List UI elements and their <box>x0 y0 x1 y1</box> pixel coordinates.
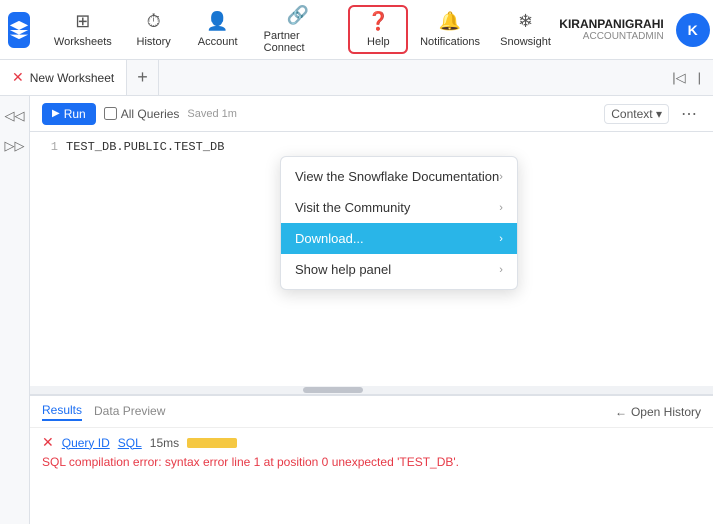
horizontal-scrollbar[interactable] <box>30 386 713 394</box>
sidebar-collapse-btn[interactable]: ◁◁ <box>3 104 27 128</box>
worksheet-tab-label: New Worksheet <box>30 71 114 85</box>
dropdown-item-docs[interactable]: View the Snowflake Documentation › <box>281 161 517 192</box>
context-chevron-icon: ▾ <box>656 107 662 121</box>
download-arrow-icon: › <box>499 233 503 245</box>
open-history-arrow-icon: ← <box>615 405 627 419</box>
user-avatar[interactable]: K <box>676 13 710 47</box>
bottom-panel: Results Data Preview ← Open History ✕ Qu… <box>30 394 713 524</box>
dropdown-help-panel-label: Show help panel <box>295 262 391 277</box>
worksheet-add-button[interactable]: + <box>127 60 159 95</box>
account-icon: 👤 <box>206 11 228 32</box>
nav-history-label: History <box>137 36 171 48</box>
query-bar <box>187 438 237 448</box>
line-number-1: 1 <box>42 140 58 154</box>
worksheet-close-icon[interactable]: ✕ <box>12 69 24 86</box>
toolbar-more-button[interactable]: ⋯ <box>677 102 701 126</box>
main-area: ◁◁ ▷▷ ▶ Run All Queries Saved 1m Context… <box>0 96 713 524</box>
dropdown-item-help-panel[interactable]: Show help panel › <box>281 254 517 285</box>
query-sql-link[interactable]: SQL <box>118 436 142 450</box>
play-icon: ▶ <box>52 108 60 119</box>
nav-history[interactable]: ⏱ History <box>124 7 184 52</box>
nav-partner-connect[interactable]: 🔗 Partner Connect <box>252 1 345 58</box>
worksheets-bar: ✕ New Worksheet + |◁ | <box>0 60 713 96</box>
query-bar-fill <box>187 438 237 448</box>
dropdown-docs-label: View the Snowflake Documentation <box>295 169 499 184</box>
editor-line-1: 1 TEST_DB.PUBLIC.TEST_DB <box>42 140 701 154</box>
user-initials: K <box>688 22 698 38</box>
dropdown-download-label: Download... <box>295 231 364 246</box>
user-name: KIRANPANIGRAHI <box>559 17 663 31</box>
editor-toolbar: ▶ Run All Queries Saved 1m Context ▾ ⋯ <box>30 96 713 132</box>
nav-help[interactable]: ❓ Help <box>348 5 408 54</box>
open-history-button[interactable]: ← Open History <box>615 405 701 419</box>
dropdown-community-label: Visit the Community <box>295 200 410 215</box>
nav-account[interactable]: 👤 Account <box>188 7 248 52</box>
nav-worksheets-label: Worksheets <box>54 36 112 48</box>
snowsight-icon: ❄ <box>518 11 533 32</box>
tab-data-preview[interactable]: Data Preview <box>94 404 165 420</box>
app-logo <box>8 12 30 48</box>
sidebar-expand-btn[interactable]: ▷▷ <box>3 134 27 158</box>
community-arrow-icon: › <box>499 202 503 214</box>
line-code-1: TEST_DB.PUBLIC.TEST_DB <box>66 140 224 154</box>
tab-results[interactable]: Results <box>42 403 82 421</box>
add-icon: + <box>137 67 148 88</box>
bottom-content: ✕ Query ID SQL 15ms SQL compilation erro… <box>30 428 713 524</box>
worksheets-icon: ⊞ <box>75 11 90 32</box>
notifications-icon: 🔔 <box>439 11 461 32</box>
nav-worksheets[interactable]: ⊞ Worksheets <box>46 7 120 52</box>
query-error-icon: ✕ <box>42 434 54 451</box>
error-message: SQL compilation error: syntax error line… <box>42 455 701 469</box>
ws-expand-icon[interactable]: | <box>694 68 705 87</box>
partner-connect-icon: 🔗 <box>287 5 309 26</box>
all-queries-text: All Queries <box>121 107 180 121</box>
nav-snowsight[interactable]: ❄ Snowsight <box>492 7 560 52</box>
query-row: ✕ Query ID SQL 15ms <box>42 434 701 451</box>
dropdown-item-community[interactable]: Visit the Community › <box>281 192 517 223</box>
open-history-label: Open History <box>631 405 701 419</box>
dropdown-item-download[interactable]: Download... › <box>281 223 517 254</box>
all-queries-checkbox[interactable] <box>104 107 117 120</box>
user-info: KIRANPANIGRAHI ACCOUNTADMIN <box>559 17 663 42</box>
nav-right: KIRANPANIGRAHI ACCOUNTADMIN K <box>559 13 709 47</box>
saved-label: Saved 1m <box>187 108 237 120</box>
help-icon: ❓ <box>367 11 389 32</box>
nav-account-label: Account <box>198 36 238 48</box>
all-queries-label: All Queries <box>104 107 180 121</box>
query-time: 15ms <box>150 436 179 450</box>
user-role: ACCOUNTADMIN <box>583 31 664 42</box>
worksheet-tab[interactable]: ✕ New Worksheet <box>0 60 127 95</box>
docs-arrow-icon: › <box>499 171 503 183</box>
scroll-thumb <box>303 387 363 393</box>
help-dropdown: View the Snowflake Documentation › Visit… <box>280 156 518 290</box>
context-label: Context <box>611 107 652 121</box>
query-id-link[interactable]: Query ID <box>62 436 110 450</box>
dropdown-menu: View the Snowflake Documentation › Visit… <box>280 156 518 290</box>
context-button[interactable]: Context ▾ <box>604 104 669 124</box>
bottom-tabs: Results Data Preview ← Open History <box>30 396 713 428</box>
nav-partner-label: Partner Connect <box>264 30 333 54</box>
history-icon: ⏱ <box>147 11 161 32</box>
nav-notifications-label: Notifications <box>420 36 480 48</box>
help-panel-arrow-icon: › <box>499 264 503 276</box>
nav-snowsight-label: Snowsight <box>500 36 551 48</box>
nav-help-label: Help <box>367 36 390 48</box>
ws-collapse-icon[interactable]: |◁ <box>668 68 689 88</box>
run-button[interactable]: ▶ Run <box>42 103 96 125</box>
nav-notifications[interactable]: 🔔 Notifications <box>412 7 487 52</box>
sidebar: ◁◁ ▷▷ <box>0 96 30 524</box>
worksheet-right-controls: |◁ | <box>660 68 713 88</box>
run-label: Run <box>64 107 86 121</box>
top-nav: ⊞ Worksheets ⏱ History 👤 Account 🔗 Partn… <box>0 0 713 60</box>
nav-items: ⊞ Worksheets ⏱ History 👤 Account 🔗 Partn… <box>46 1 559 58</box>
